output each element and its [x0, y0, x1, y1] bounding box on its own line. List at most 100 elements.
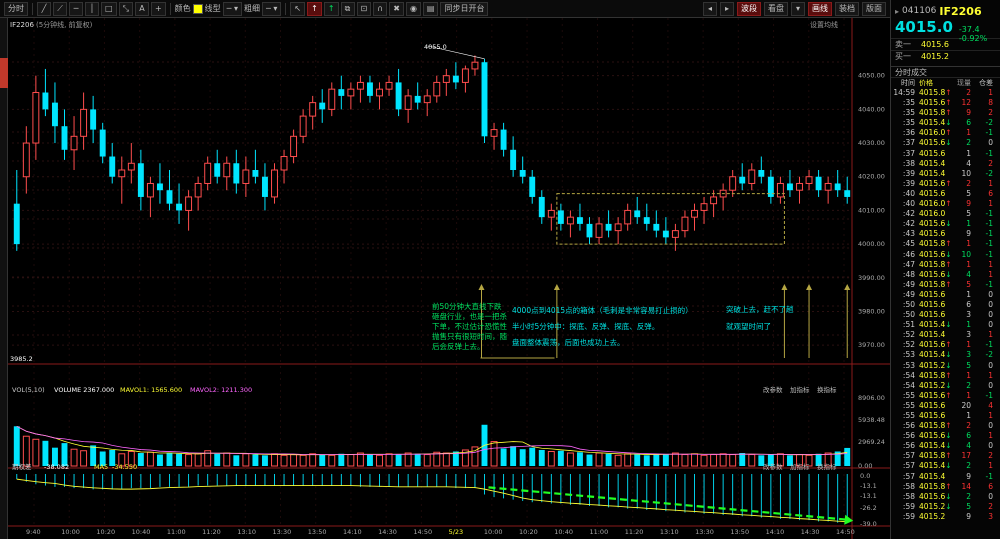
ray-tool-button[interactable]: ⟋ — [53, 1, 67, 16]
color-swatch[interactable] — [192, 3, 203, 14]
vol-modify-button[interactable]: 改参数 — [763, 385, 783, 394]
up-arrow-icon: ↑ — [945, 98, 952, 108]
lock-icon[interactable]: ⊡ — [356, 1, 372, 16]
indicator-tick-label: -26.2 — [860, 504, 877, 512]
cursor-button[interactable]: ↖ — [290, 1, 306, 16]
trade-row: :53 4015.2↓ 5 0 — [891, 361, 1000, 371]
ind-add-button[interactable]: 加指标 — [790, 462, 810, 471]
trade-price-value: 4015.2 — [919, 501, 946, 511]
left-side-strip — [0, 18, 8, 539]
trade-volume: 9 — [966, 229, 971, 239]
vol-add-button[interactable]: 加指标 — [790, 385, 810, 394]
trade-row: :42 4015.6↓ 1 -1 — [891, 219, 1000, 229]
trade-price-value: 4015.6 — [919, 148, 946, 158]
panel-tab[interactable]: 版面 — [862, 2, 886, 16]
candle-body — [280, 156, 288, 171]
head-price: 价格 — [919, 79, 933, 87]
copy-icon[interactable]: ⧉ — [340, 1, 355, 16]
left-tab-active[interactable] — [0, 58, 8, 88]
trade-price-value: 4015.4 — [919, 471, 946, 481]
trade-row: 14:59 4015.8↑ 2 1 — [891, 88, 1000, 98]
text-tool-button[interactable]: A — [134, 1, 149, 16]
vline-tool-button[interactable]: │ — [85, 1, 99, 16]
down-arrow-icon: ↓ — [945, 431, 952, 441]
trade-time: :42 — [902, 209, 915, 219]
volume-bar — [671, 452, 679, 467]
line-tool-button[interactable]: ╱ — [37, 1, 51, 16]
nav-forward-icon[interactable]: ▸ — [720, 2, 734, 16]
chart-area[interactable]: 4050.00 4040.00 4030.00 4020.00 4010.00 4000.… — [8, 18, 890, 539]
settings-button[interactable]: 设置均线 — [810, 20, 838, 29]
down-arrow-icon: ↓ — [945, 118, 952, 128]
trade-time: :48 — [902, 269, 915, 279]
trades-list[interactable]: 14:59 4015.8↑ 2 1:35 4015.6↑ 12 8:35 4015.8↑ 9 2:… — [891, 88, 1000, 522]
up-arrow-button[interactable]: ↑ — [307, 1, 322, 16]
trade-price-value: 4015.6 — [919, 491, 946, 501]
trade-row: :56 4015.4↓ 4 0 — [891, 441, 1000, 451]
time-mode-button[interactable]: 分时 — [4, 1, 28, 16]
trade-row: :52 4015.6↑ 1 -1 — [891, 340, 1000, 350]
volume-bar — [32, 438, 40, 467]
vol-swap-button[interactable]: 换指标 — [817, 385, 837, 394]
candle-body — [776, 182, 784, 198]
candle-body — [824, 182, 832, 191]
layers-icon[interactable]: ▤ — [422, 1, 439, 16]
ma5-label: MA5 — [94, 463, 108, 471]
trade-price: 4015.4↓ — [919, 320, 955, 330]
toolbar-more-icon[interactable]: ▾ — [791, 2, 805, 16]
time-tick-label: 11:20 — [625, 528, 644, 536]
rect-tool-button[interactable]: □ — [101, 1, 117, 16]
arrow-tool-button[interactable]: ⤡ — [118, 1, 133, 16]
green-arrow-button[interactable]: ↑ — [323, 1, 339, 16]
trade-row: :46 4015.6↓ 10 -1 — [891, 250, 1000, 260]
trade-price-value: 4015.8 — [919, 108, 946, 118]
trade-price-value: 4015.6 — [919, 98, 946, 108]
hline-tool-button[interactable]: ─ — [69, 1, 83, 16]
line-width-select[interactable]: ─ ▾ — [262, 1, 282, 16]
trade-volume: 17 — [961, 451, 971, 461]
volume-bar — [22, 435, 30, 467]
sync-button[interactable]: 同步日开台 — [440, 1, 489, 16]
last-price: 4015.0 — [895, 18, 953, 36]
trade-volume: 2 — [966, 138, 971, 148]
bid-label: 买一 — [895, 52, 911, 61]
trade-price: 4015.6↑ — [919, 98, 955, 108]
candle-body — [42, 92, 49, 110]
kline-chart[interactable]: 4050.00 4040.00 4030.00 4020.00 4010.00 4000.… — [8, 18, 890, 539]
cross-tool-button[interactable]: + — [150, 1, 166, 16]
board-tab[interactable]: 看盘 — [764, 2, 788, 16]
volume-bar — [319, 454, 326, 466]
color-label: 颜色 — [174, 4, 191, 13]
trades-section-title[interactable]: 分时成交 — [891, 66, 1000, 78]
volume-bar — [290, 454, 298, 467]
down-arrow-icon: ↓ — [945, 491, 952, 501]
trade-price: 4015.8↑ — [919, 88, 955, 98]
trade-row: :50 4015.6 3 0 — [891, 310, 1000, 320]
candle-body — [700, 203, 708, 211]
trade-time: :58 — [902, 481, 915, 491]
trade-oi: 4 — [988, 400, 993, 410]
trade-row: :49 4015.6 1 0 — [891, 290, 1000, 300]
draw-tab[interactable]: 画线 — [808, 2, 832, 16]
trade-oi: 0 — [988, 441, 993, 451]
ind-swap-button[interactable]: 换指标 — [817, 462, 837, 471]
candle-body — [309, 102, 317, 117]
trade-price-value: 4015.6 — [919, 219, 946, 229]
volume-bar — [156, 454, 163, 466]
trade-volume: 2 — [966, 461, 971, 471]
layout-tab[interactable]: 装档 — [835, 2, 859, 16]
trade-price-value: 4015.6 — [919, 431, 946, 441]
trade-price: 4015.4↓ — [919, 350, 955, 360]
collapse-icon[interactable]: ▸ — [895, 7, 899, 16]
magnet-icon[interactable]: ∩ — [373, 1, 388, 16]
eye-icon[interactable]: ◉ — [405, 1, 421, 16]
trade-row: :40 4015.6 5 6 — [891, 189, 1000, 199]
trade-volume: 2 — [966, 88, 971, 97]
wave-tab[interactable]: 波段 — [737, 2, 761, 16]
nav-back-icon[interactable]: ◂ — [703, 2, 717, 16]
bid-row: 买一 4015.2 — [891, 50, 1000, 62]
ind-modify-button[interactable]: 改参数 — [763, 462, 783, 471]
trade-price-value: 4015.4 — [919, 350, 946, 360]
line-type-select[interactable]: ─ ▾ — [222, 1, 243, 16]
trash-icon[interactable]: ✖ — [389, 1, 404, 16]
